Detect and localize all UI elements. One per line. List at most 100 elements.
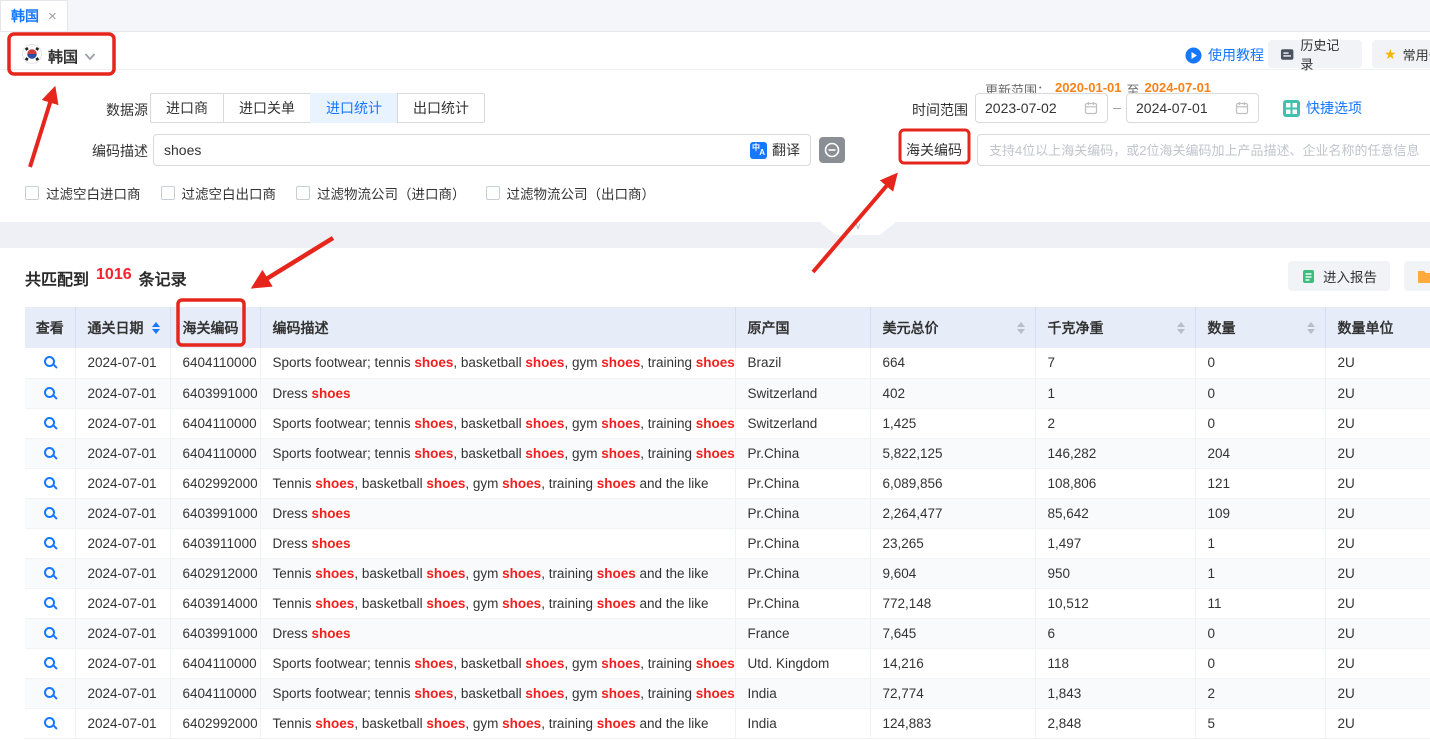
description-cell: Sports footwear; tennis shoes, basketbal… (260, 408, 735, 438)
view-cell (25, 468, 75, 498)
date-cell: 2024-07-01 (75, 408, 170, 438)
date-end-input[interactable]: 2024-07-01 (1126, 93, 1259, 123)
view-record-icon[interactable] (44, 627, 55, 638)
hs-code-cell: 6403991000 (170, 378, 260, 408)
usd-total-cell: 2,264,477 (870, 498, 1035, 528)
checkbox-icon[interactable] (25, 186, 39, 200)
checkbox-icon[interactable] (296, 186, 310, 200)
hs-code-cell: 6403991000 (170, 618, 260, 648)
view-record-icon[interactable] (44, 717, 55, 728)
country-selector-label[interactable]: 韩国 (48, 46, 78, 67)
date-cell: 2024-07-01 (75, 648, 170, 678)
table-row: 2024-07-016403914000Tennis shoes, basket… (25, 588, 1430, 618)
tab-korea[interactable]: 韩国 (0, 0, 68, 31)
column-header-6[interactable]: 千克净重 (1035, 307, 1195, 348)
hs-code-cell: 6403911000 (170, 528, 260, 558)
column-header-label: 美元总价 (883, 318, 939, 338)
view-record-icon[interactable] (44, 447, 55, 458)
date-start-input[interactable]: 2023-07-02 (975, 93, 1108, 123)
view-cell (25, 648, 75, 678)
quantity-unit-cell: 2U (1325, 348, 1430, 378)
description-cell: Sports footwear; tennis shoes, basketbal… (260, 438, 735, 468)
checkbox-label: 过滤空白进口商 (46, 183, 141, 203)
view-cell (25, 408, 75, 438)
exact-match-button[interactable] (819, 137, 845, 163)
column-header-5[interactable]: 美元总价 (870, 307, 1035, 348)
report-icon (1301, 269, 1316, 284)
quantity-unit-cell: 2U (1325, 588, 1430, 618)
quantity-unit-cell: 2U (1325, 528, 1430, 558)
table-row: 2024-07-016403991000Dress shoesFrance7,6… (25, 618, 1430, 648)
sort-icon[interactable] (1177, 322, 1185, 334)
view-record-icon[interactable] (44, 567, 55, 578)
date-cell: 2024-07-01 (75, 468, 170, 498)
history-button[interactable]: 历史记录 (1268, 40, 1362, 68)
quick-options-link[interactable]: 快捷选项 (1283, 98, 1362, 118)
hs-code-cell: 6402992000 (170, 708, 260, 738)
description-cell: Tennis shoes, basketball shoes, gym shoe… (260, 468, 735, 498)
hs-code-input[interactable] (977, 134, 1430, 166)
filter-checkbox-1[interactable]: 过滤空白出口商 (161, 183, 277, 203)
datasource-option-3[interactable]: 出口统计 (397, 93, 485, 123)
translate-button[interactable]: 中A 翻译 (740, 140, 810, 160)
quantity-cell: 204 (1195, 438, 1325, 468)
desc-input[interactable] (154, 142, 740, 158)
sort-icon[interactable] (152, 322, 160, 334)
enter-report-button[interactable]: 进入报告 (1288, 261, 1390, 291)
view-cell (25, 378, 75, 408)
view-record-icon[interactable] (44, 417, 55, 428)
table-header-row: 查看通关日期海关编码编码描述原产国美元总价千克净重数量数量单位 (25, 307, 1430, 348)
checkbox-label: 过滤物流公司（进口商） (317, 183, 466, 203)
table-row: 2024-07-016403991000Dress shoesPr.China2… (25, 498, 1430, 528)
column-header-0: 查看 (25, 307, 75, 348)
filter-checkbox-0[interactable]: 过滤空白进口商 (25, 183, 141, 203)
origin-country-cell: France (735, 618, 870, 648)
checkbox-label: 过滤物流公司（出口商） (507, 183, 656, 203)
sort-icon[interactable] (1017, 322, 1025, 334)
view-cell (25, 438, 75, 468)
column-header-label: 数量单位 (1338, 318, 1394, 338)
date-cell: 2024-07-01 (75, 498, 170, 528)
chevron-down-icon[interactable] (84, 52, 96, 61)
export-button[interactable] (1404, 261, 1430, 291)
results-table: 查看通关日期海关编码编码描述原产国美元总价千克净重数量数量单位 2024-07-… (25, 307, 1430, 739)
quantity-unit-cell: 2U (1325, 498, 1430, 528)
hs-code-cell: 6404110000 (170, 678, 260, 708)
view-record-icon[interactable] (44, 657, 55, 668)
hs-code-cell: 6402912000 (170, 558, 260, 588)
view-record-icon[interactable] (44, 387, 55, 398)
view-record-icon[interactable] (44, 537, 55, 548)
filter-checkbox-2[interactable]: 过滤物流公司（进口商） (296, 183, 466, 203)
sort-icon[interactable] (1307, 322, 1315, 334)
description-cell: Sports footwear; tennis shoes, basketbal… (260, 348, 735, 378)
column-header-7[interactable]: 数量 (1195, 307, 1325, 348)
folder-export-icon (1417, 269, 1430, 284)
datasource-option-1[interactable]: 进口关单 (223, 93, 311, 123)
net-weight-cell: 10,512 (1035, 588, 1195, 618)
date-cell: 2024-07-01 (75, 528, 170, 558)
quantity-cell: 1 (1195, 528, 1325, 558)
column-header-label: 编码描述 (273, 318, 329, 338)
usd-total-cell: 72,774 (870, 678, 1035, 708)
view-record-icon[interactable] (44, 477, 55, 488)
view-record-icon[interactable] (44, 507, 55, 518)
tutorial-link[interactable]: 使用教程 (1185, 45, 1264, 65)
tutorial-icon (1185, 47, 1202, 64)
datasource-option-2[interactable]: 进口统计 (310, 93, 398, 123)
view-record-icon[interactable] (44, 597, 55, 608)
table-row: 2024-07-016404110000Sports footwear; ten… (25, 348, 1430, 378)
collapse-filter-handle[interactable] (820, 222, 896, 235)
summary-suffix: 条记录 (139, 266, 187, 290)
date-cell: 2024-07-01 (75, 558, 170, 588)
favorites-button[interactable]: 常用条件 (1372, 40, 1430, 68)
checkbox-icon[interactable] (161, 186, 175, 200)
view-record-icon[interactable] (44, 687, 55, 698)
view-cell (25, 678, 75, 708)
checkbox-icon[interactable] (486, 186, 500, 200)
tab-close-icon[interactable] (48, 9, 57, 24)
translate-icon: 中A (750, 142, 767, 159)
view-record-icon[interactable] (44, 356, 55, 367)
column-header-1[interactable]: 通关日期 (75, 307, 170, 348)
filter-checkbox-3[interactable]: 过滤物流公司（出口商） (486, 183, 656, 203)
datasource-option-0[interactable]: 进口商 (150, 93, 224, 123)
